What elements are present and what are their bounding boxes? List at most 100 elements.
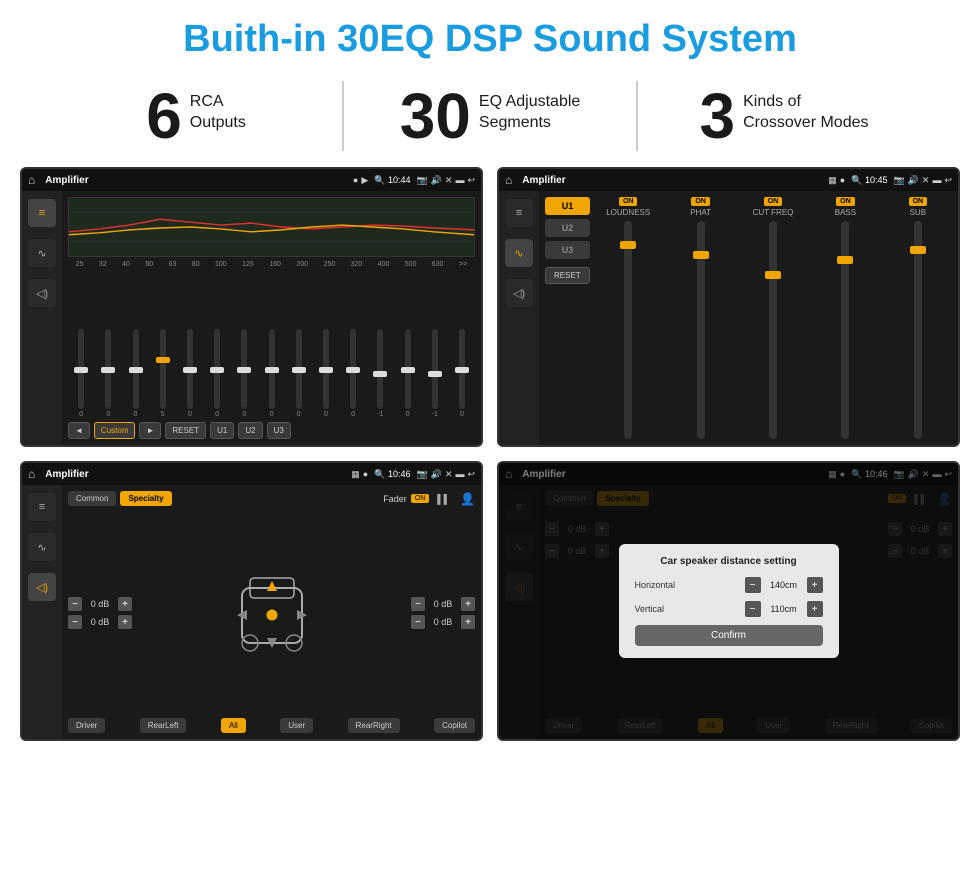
eq-sidebar-wave[interactable]: ∿ — [28, 239, 56, 267]
u2-btn[interactable]: U2 — [545, 219, 590, 237]
crossover-screen-inner: ≡ ∿ ◁) U1 U2 U3 RESET ON LOUDNESS — [499, 191, 958, 445]
eq-slider-15[interactable]: 0 — [449, 329, 475, 418]
db-plus-rr[interactable]: + — [461, 615, 475, 629]
eq-u3-btn[interactable]: U3 — [267, 422, 291, 439]
u3-btn[interactable]: U3 — [545, 241, 590, 259]
eq-sidebar-eq[interactable]: ≡ — [28, 199, 56, 227]
eq-slider-8[interactable]: 0 — [258, 329, 284, 418]
crossover-status-icons-left: ▦ ● — [828, 175, 845, 186]
db-row-rl: − 0 dB + — [68, 615, 132, 629]
eq-slider-10[interactable]: 0 — [313, 329, 339, 418]
db-plus-rl[interactable]: + — [118, 615, 132, 629]
freq-500: 500 — [405, 261, 417, 268]
db-minus-rl[interactable]: − — [68, 615, 82, 629]
eq-val-8: 0 — [270, 411, 274, 418]
db-plus-fl[interactable]: + — [118, 597, 132, 611]
loudness-slider[interactable] — [624, 221, 632, 439]
horizontal-minus-btn[interactable]: − — [745, 577, 761, 593]
status-icons: ● ▶ — [353, 175, 368, 186]
eq-val-4: 5 — [161, 411, 165, 418]
crossover-col-sub: ON SUB — [884, 197, 952, 439]
specialty-tab[interactable]: Specialty — [120, 491, 171, 506]
back-icon-2: ↩ — [944, 175, 952, 186]
eq-val-13: 0 — [406, 411, 410, 418]
eq-slider-5[interactable]: 0 — [177, 329, 203, 418]
db-row-fl: − 0 dB + — [68, 597, 132, 611]
bass-slider[interactable] — [841, 221, 849, 439]
fader-sidebar-eq[interactable]: ≡ — [28, 493, 56, 521]
rearright-btn[interactable]: RearRight — [348, 718, 400, 733]
vertical-plus-btn[interactable]: + — [807, 601, 823, 617]
fader-sidebar-speaker[interactable]: ◁) — [28, 573, 56, 601]
dialog-title: Car speaker distance setting — [635, 556, 823, 567]
expand-icon[interactable]: >> — [459, 261, 467, 268]
user-btn[interactable]: User — [280, 718, 313, 733]
stat-divider-1 — [342, 81, 344, 151]
close-icon: ✕ — [445, 175, 453, 186]
freq-200: 200 — [296, 261, 308, 268]
stat-eq-number: 30 — [400, 84, 471, 148]
vertical-label: Vertical — [635, 604, 665, 614]
crossover-reset-btn[interactable]: RESET — [545, 267, 590, 284]
eq-status-bar: ⌂ Amplifier ● ▶ 🔍 10:44 📷 🔊 ✕ ▬ ↩ — [22, 169, 481, 191]
copilot-btn[interactable]: Copilot — [434, 718, 475, 733]
fader-status-icons-right: 📷 🔊 ✕ ▬ ↩ — [416, 469, 475, 480]
eq-u2-btn[interactable]: U2 — [238, 422, 262, 439]
db-minus-fl[interactable]: − — [68, 597, 82, 611]
fader-screen-inner: ≡ ∿ ◁) Common Specialty Fader ON ▌▌ 👤 — [22, 485, 481, 739]
db-minus-rr[interactable]: − — [411, 615, 425, 629]
driver-btn[interactable]: Driver — [68, 718, 105, 733]
eq-screen-inner: ≡ ∿ ◁) — [22, 191, 481, 445]
horizontal-plus-btn[interactable]: + — [807, 577, 823, 593]
crossover-sidebar-speaker[interactable]: ◁) — [505, 279, 533, 307]
db-plus-fr[interactable]: + — [461, 597, 475, 611]
eq-val-12: -1 — [377, 411, 383, 418]
bass-on-badge: ON — [836, 197, 855, 206]
eq-slider-9[interactable]: 0 — [286, 329, 312, 418]
home-icon-2: ⌂ — [505, 173, 512, 187]
eq-prev-btn[interactable]: ◄ — [68, 422, 90, 439]
phat-slider[interactable] — [697, 221, 705, 439]
eq-slider-7[interactable]: 0 — [231, 329, 257, 418]
dot-icon-2: ● — [840, 175, 845, 185]
horizontal-value: 140cm — [765, 580, 803, 590]
db-minus-fr[interactable]: − — [411, 597, 425, 611]
eq-slider-1[interactable]: 0 — [68, 329, 94, 418]
crossover-sidebar-eq[interactable]: ≡ — [505, 199, 533, 227]
fader-left-sidebar: ≡ ∿ ◁) — [22, 485, 62, 739]
common-tab[interactable]: Common — [68, 491, 116, 506]
crossover-time: 🔍 10:45 — [851, 175, 887, 186]
eq-slider-12[interactable]: -1 — [367, 329, 393, 418]
eq-slider-3[interactable]: 0 — [122, 329, 148, 418]
all-btn[interactable]: All — [221, 718, 246, 733]
fader-screen-title: Amplifier — [45, 469, 345, 480]
eq-play-btn[interactable]: ► — [139, 422, 161, 439]
eq-sidebar-speaker[interactable]: ◁) — [28, 279, 56, 307]
eq-slider-13[interactable]: 0 — [394, 329, 420, 418]
freq-125: 125 — [242, 261, 254, 268]
eq-slider-2[interactable]: 0 — [95, 329, 121, 418]
confirm-button[interactable]: Confirm — [635, 625, 823, 646]
eq-reset-btn[interactable]: RESET — [165, 422, 206, 439]
sub-slider[interactable] — [914, 221, 922, 439]
eq-slider-4[interactable]: 5 — [150, 329, 176, 418]
horizontal-label: Horizontal — [635, 580, 676, 590]
eq-custom-btn[interactable]: Custom — [94, 422, 136, 439]
eq-slider-6[interactable]: 0 — [204, 329, 230, 418]
close-icon-2: ✕ — [922, 175, 930, 186]
volume-icon-3: 🔊 — [431, 469, 442, 480]
eq-u1-btn[interactable]: U1 — [210, 422, 234, 439]
eq-val-10: 0 — [324, 411, 328, 418]
eq-slider-11[interactable]: 0 — [340, 329, 366, 418]
eq-slider-14[interactable]: -1 — [422, 329, 448, 418]
crossover-sidebar-wave[interactable]: ∿ — [505, 239, 533, 267]
fader-label: Fader — [383, 494, 407, 504]
rearleft-btn[interactable]: RearLeft — [140, 718, 187, 733]
fader-person-icon: 👤 — [460, 492, 475, 506]
crossover-screen-title: Amplifier — [522, 175, 822, 186]
fader-sidebar-wave[interactable]: ∿ — [28, 533, 56, 561]
fader-on-badge: ON — [411, 494, 430, 503]
vertical-minus-btn[interactable]: − — [745, 601, 761, 617]
u1-btn[interactable]: U1 — [545, 197, 590, 215]
cutfreq-slider[interactable] — [769, 221, 777, 439]
